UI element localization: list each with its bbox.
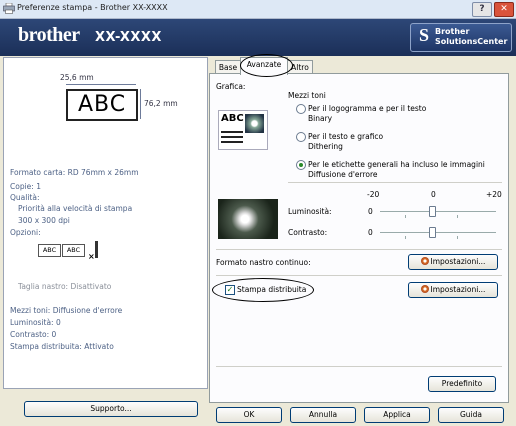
radio-text-graphics[interactable] [296, 132, 306, 142]
cancel-button[interactable]: Annulla [290, 407, 356, 423]
width-dimension-line [66, 84, 136, 85]
contrast-info: Contrasto: 0 [10, 330, 57, 339]
option-general-labels-sub: Diffusione d'errore [308, 170, 378, 179]
contrast-slider-track[interactable] [380, 232, 496, 233]
brightness-label: Luminosità: [288, 207, 332, 216]
apply-button[interactable]: Applica [364, 407, 430, 423]
label-height: 76,2 mm [144, 99, 178, 108]
distributed-highlight-circle [212, 278, 314, 302]
adjustment-preview-image [218, 199, 278, 239]
solutions-center-line1: Brother [435, 27, 470, 36]
brightness-slider-thumb[interactable] [429, 206, 436, 217]
option-logogram-sub: Binary [308, 114, 333, 123]
gear-icon [420, 257, 429, 265]
scissors-icon: × [88, 252, 95, 261]
height-dimension-line [140, 89, 141, 119]
default-button[interactable]: Predefinito [428, 376, 496, 392]
cut-preview-label-1: ABC [38, 244, 61, 257]
cutting-info: Taglia nastro: Disattivato [18, 282, 112, 291]
cut-preview-label-2: ABC [62, 244, 85, 257]
solutions-center-line2: SolutionsCenter [435, 37, 508, 46]
copies-info: Copie: 1 [10, 182, 41, 191]
continuous-tape-settings-label: Impostazioni... [430, 257, 486, 266]
advanced-tab-page: Grafica: Mezzi toni ABC Per il logogramm… [209, 73, 509, 403]
divider [216, 366, 502, 367]
halftone-info: Mezzi toni: Diffusione d'errore [10, 306, 123, 315]
distributed-info: Stampa distribuita: Attivato [10, 342, 114, 351]
brightness-value: 0 [368, 207, 373, 216]
option-text-graphics-label[interactable]: Per il testo e grafico [308, 132, 383, 141]
contrast-label: Contrasto: [288, 228, 328, 237]
printer-icon [3, 3, 15, 14]
title-bar: Preferenze stampa - Brother XX-XXXX ? ✕ [0, 0, 516, 19]
scale-mid-label: 0 [431, 190, 436, 199]
graphics-label: Grafica: [216, 82, 246, 91]
contrast-slider-thumb[interactable] [429, 227, 436, 238]
distributed-settings-button[interactable]: Impostazioni... [408, 282, 498, 298]
divider [216, 249, 502, 250]
support-button[interactable]: Supporto... [24, 401, 198, 417]
paper-format-info: Formato carta: RD 76mm x 26mm [10, 168, 139, 177]
quality-value: Priorità alla velocità di stampa [18, 204, 133, 213]
label-width: 25,6 mm [60, 73, 94, 82]
gear-icon [420, 285, 429, 293]
settings-summary-panel: 25,6 mm ABC 76,2 mm Formato carta: RD 76… [3, 57, 208, 389]
quality-label: Qualità: [10, 193, 40, 202]
close-button[interactable]: ✕ [494, 2, 514, 17]
help-title-button[interactable]: ? [472, 2, 492, 17]
continuous-tape-label: Formato nastro continuo: [216, 258, 311, 267]
flower-thumbnail [245, 114, 264, 133]
continuous-tape-settings-button[interactable]: Impostazioni... [408, 254, 498, 270]
brightness-slider-track[interactable] [380, 211, 496, 212]
resolution-info: 300 x 300 dpi [18, 216, 70, 225]
option-text-graphics-sub: Dithering [308, 142, 343, 151]
ok-button[interactable]: OK [216, 407, 282, 423]
halftone-group-label: Mezzi toni [288, 91, 326, 100]
option-logogram-label[interactable]: Per il logogramma e per il testo [308, 104, 426, 113]
tab-base[interactable]: Base [215, 60, 241, 74]
cut-bar-icon [95, 241, 98, 258]
graphics-preview-icon: ABC [218, 110, 268, 150]
scale-min-label: -20 [367, 190, 380, 199]
help-button[interactable]: Guida [438, 407, 504, 423]
graphics-preview-text: ABC [221, 113, 244, 124]
divider [288, 182, 502, 183]
tab-highlight-circle [240, 54, 293, 77]
divider [216, 275, 502, 276]
option-general-labels-label[interactable]: Per le etichette generali ha incluso le … [308, 160, 485, 169]
contrast-value: 0 [368, 228, 373, 237]
model-name: XX-XXXX [95, 30, 162, 45]
radio-general-labels[interactable] [296, 160, 306, 170]
brother-logo: brother [18, 24, 80, 46]
distributed-settings-label: Impostazioni... [430, 285, 486, 294]
brand-header: brother XX-XXXX S Brother SolutionsCente… [0, 19, 516, 56]
radio-logogram-text[interactable] [296, 104, 306, 114]
solutions-center-button[interactable]: S Brother SolutionsCenter [410, 23, 512, 52]
label-preview: ABC [66, 89, 138, 121]
scale-max-label: +20 [486, 190, 502, 199]
options-label: Opzioni: [10, 228, 41, 237]
brightness-info: Luminosità: 0 [10, 318, 61, 327]
solutions-center-icon: S [419, 25, 430, 45]
window-title: Preferenze stampa - Brother XX-XXXX [17, 3, 168, 12]
